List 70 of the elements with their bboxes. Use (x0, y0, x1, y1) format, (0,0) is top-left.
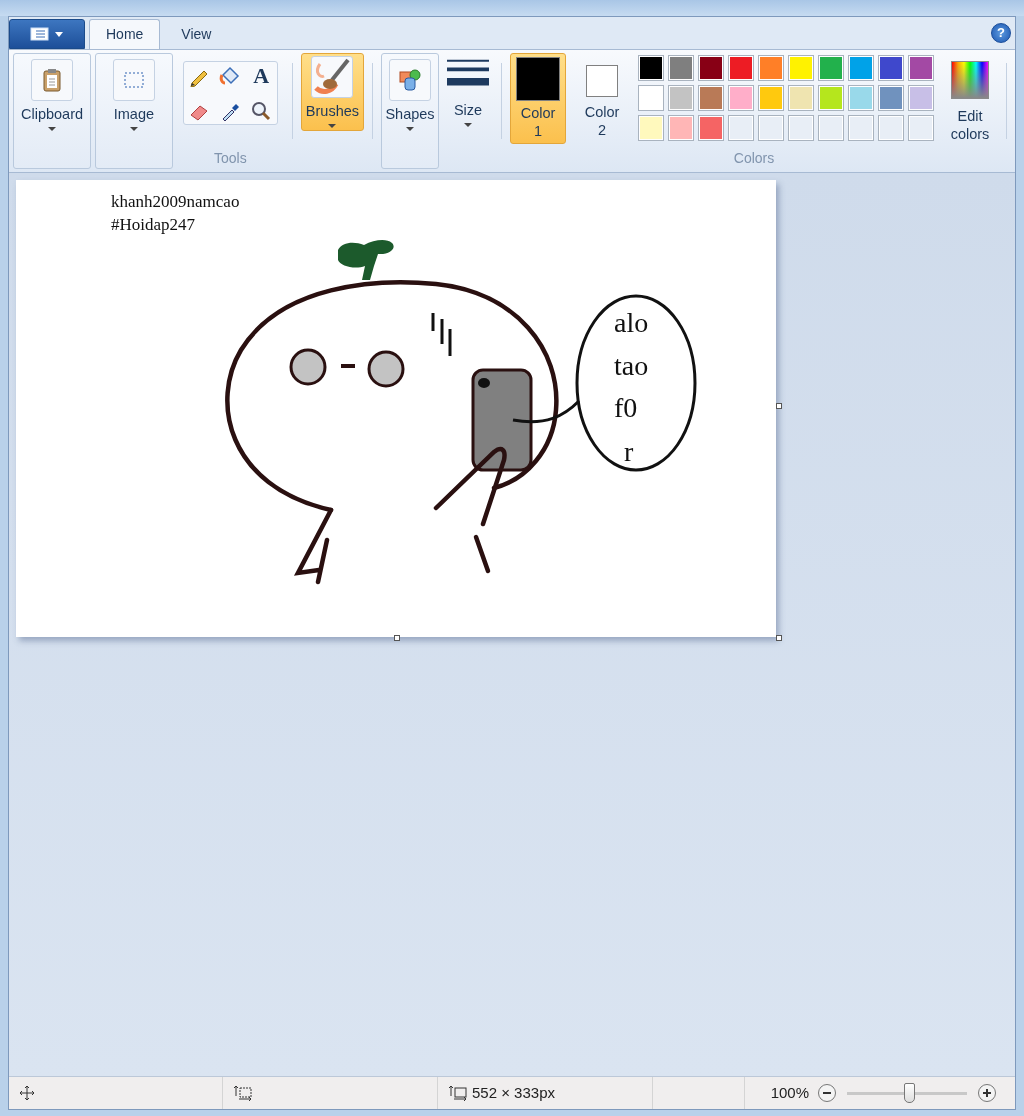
palette-swatch[interactable] (758, 55, 784, 81)
clipboard-icon (42, 68, 62, 92)
empty-palette-slot[interactable] (908, 115, 934, 141)
palette-swatch[interactable] (698, 55, 724, 81)
drawing-canvas[interactable]: khanh2009namcao #Hoidap247 alo tao f0 r (16, 180, 776, 637)
magnifier-icon (250, 99, 273, 122)
palette-swatch[interactable] (878, 85, 904, 111)
ribbon-tab[interactable]: Home (89, 19, 161, 49)
canvas-text: khanh2009namcao (111, 192, 240, 211)
palette-swatch[interactable] (878, 55, 904, 81)
bubble-text: r (624, 436, 634, 467)
canvas-size-icon (448, 1085, 468, 1101)
palette-swatch[interactable] (668, 85, 694, 111)
sprout-drawing (338, 240, 394, 280)
zoom-level: 100% (770, 1082, 809, 1103)
ribbon-tab[interactable]: View (164, 19, 229, 49)
resize-handle[interactable] (776, 403, 782, 409)
bubble-text: tao (614, 350, 649, 381)
selection-icon (122, 71, 145, 89)
color-slot-button[interactable]: Color 1 (510, 53, 566, 144)
palette-swatch[interactable] (788, 55, 814, 81)
canvas-dimensions: 552 × 333px (472, 1082, 555, 1103)
paint-bucket-icon (219, 64, 242, 87)
group-label: Tools (213, 149, 247, 168)
edit-colors-button[interactable]: Edit colors (942, 53, 998, 147)
selection-size-icon (233, 1085, 253, 1101)
palette-swatch[interactable] (908, 55, 934, 81)
palette-swatch[interactable] (758, 85, 784, 111)
palette-swatch[interactable] (668, 55, 694, 81)
palette-swatch[interactable] (728, 55, 754, 81)
canvas-text: #Hoidap247 (111, 215, 196, 234)
palette-swatch[interactable] (638, 85, 664, 111)
shapes-icon (398, 68, 422, 92)
empty-palette-slot[interactable] (818, 115, 844, 141)
color-slot-button[interactable]: Color 2 (574, 53, 630, 143)
size-button[interactable]: Size (443, 53, 493, 129)
resize-handle[interactable] (394, 635, 400, 641)
palette-swatch[interactable] (728, 85, 754, 111)
color-spectrum-icon (951, 61, 989, 99)
brushes-button[interactable]: Brushes (300, 53, 364, 131)
application-menu-button[interactable] (9, 19, 85, 49)
help-button[interactable]: ? (991, 23, 1011, 43)
palette-swatch[interactable] (698, 85, 724, 111)
resize-handle[interactable] (776, 635, 782, 641)
empty-palette-slot[interactable] (758, 115, 784, 141)
minus-icon (817, 1083, 837, 1103)
plus-icon (977, 1083, 997, 1103)
empty-palette-slot[interactable] (878, 115, 904, 141)
bubble-text: alo (614, 307, 649, 338)
palette-swatch[interactable] (788, 85, 814, 111)
palette-swatch[interactable] (908, 85, 934, 111)
palette-swatch[interactable] (698, 115, 724, 141)
move-cursor-icon (19, 1085, 35, 1101)
palette-swatch[interactable] (818, 85, 844, 111)
zoom-in-button[interactable] (977, 1083, 997, 1103)
bubble-text: f0 (614, 392, 638, 423)
palette-swatch[interactable] (668, 115, 694, 141)
menu-icon (30, 27, 64, 41)
group-label: Colors (733, 149, 775, 168)
empty-palette-slot[interactable] (728, 115, 754, 141)
zoom-out-button[interactable] (817, 1083, 837, 1103)
palette-swatch[interactable] (848, 85, 874, 111)
palette-swatch[interactable] (638, 55, 664, 81)
empty-palette-slot[interactable] (788, 115, 814, 141)
palette-swatch[interactable] (848, 55, 874, 81)
palette-swatch[interactable] (638, 115, 664, 141)
text-tool-button[interactable]: A (245, 62, 277, 89)
slider-thumb[interactable] (904, 1083, 916, 1103)
empty-palette-slot[interactable] (848, 115, 874, 141)
palette-swatch[interactable] (818, 55, 844, 81)
